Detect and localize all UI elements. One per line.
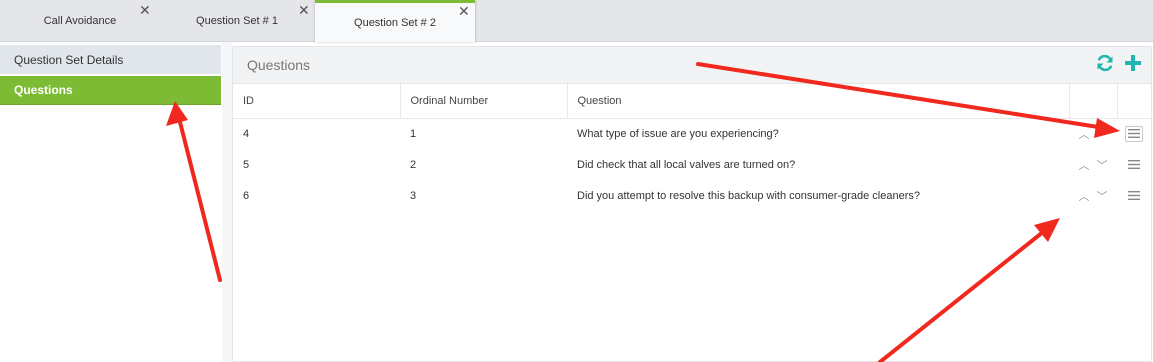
- column-header-id[interactable]: ID: [233, 84, 401, 119]
- panel-header: Questions: [233, 47, 1151, 84]
- content-gutter: [222, 42, 232, 362]
- tab-label: Call Avoidance: [43, 15, 117, 27]
- table-header-row: ID Ordinal Number Question: [233, 84, 1151, 119]
- move-down-icon[interactable]: ﹀: [1093, 188, 1111, 204]
- cell-question: Did check that all local valves are turn…: [577, 158, 796, 171]
- cell-id: 6: [243, 189, 250, 202]
- tab-call-avoidance[interactable]: Call Avoidance ✕: [0, 0, 160, 42]
- cell-question: What type of issue are you experiencing?: [577, 127, 779, 140]
- plus-icon[interactable]: [1123, 53, 1143, 73]
- sidebar-item-label: Question Set Details: [14, 52, 124, 67]
- close-icon[interactable]: ✕: [458, 4, 470, 18]
- sidebar-item-question-set-details[interactable]: Question Set Details: [0, 45, 221, 74]
- questions-panel: Questions ID Ordinal Number Question 4 1…: [232, 46, 1152, 362]
- tab-question-set-2[interactable]: Question Set # 2 ✕: [315, 0, 475, 42]
- move-up-icon[interactable]: ︿: [1075, 188, 1093, 204]
- order-controls: ︿ ﹀: [1069, 149, 1117, 180]
- tab-label: Question Set # 1: [196, 15, 278, 27]
- sidebar: Question Set Details Questions: [0, 45, 221, 107]
- cell-ordinal: 3: [410, 189, 417, 202]
- panel-toolbar: [1095, 53, 1143, 73]
- move-down-icon[interactable]: ﹀: [1093, 157, 1111, 173]
- tab-label: Question Set # 2: [354, 16, 436, 29]
- panel-title: Questions: [247, 57, 311, 73]
- table-row[interactable]: 5 2 Did check that all local valves are …: [233, 149, 1151, 180]
- cell-ordinal: 1: [410, 127, 417, 140]
- row-actions: [1117, 149, 1151, 180]
- table-row[interactable]: 4 1 What type of issue are you experienc…: [233, 118, 1151, 149]
- hamburger-menu-icon[interactable]: [1125, 157, 1143, 173]
- hamburger-menu-icon[interactable]: [1125, 188, 1143, 204]
- hamburger-menu-icon[interactable]: [1125, 125, 1143, 142]
- annotation-arrow-to-questions-nav: [166, 101, 222, 282]
- sidebar-item-questions[interactable]: Questions: [0, 76, 221, 105]
- column-header-order-controls: [1069, 84, 1118, 119]
- questions-table: ID Ordinal Number Question 4 1 What type…: [233, 84, 1151, 211]
- move-up-icon[interactable]: ︿: [1075, 126, 1093, 142]
- table-row[interactable]: 6 3 Did you attempt to resolve this back…: [233, 180, 1151, 211]
- row-actions: [1117, 180, 1151, 211]
- sidebar-item-label: Questions: [14, 83, 73, 97]
- cell-id: 4: [243, 127, 250, 140]
- order-controls: ︿ ﹀: [1069, 180, 1117, 211]
- refresh-icon[interactable]: [1095, 53, 1115, 73]
- close-icon[interactable]: ✕: [139, 3, 151, 17]
- column-header-question[interactable]: Question: [567, 84, 1070, 119]
- move-up-icon[interactable]: ︿: [1075, 157, 1093, 173]
- column-header-actions: [1117, 84, 1151, 119]
- tab-bar: Call Avoidance ✕ Question Set # 1 ✕ Ques…: [0, 0, 1153, 42]
- tab-question-set-1[interactable]: Question Set # 1 ✕: [160, 0, 314, 42]
- cell-id: 5: [243, 158, 250, 171]
- cell-question: Did you attempt to resolve this backup w…: [577, 189, 921, 202]
- order-controls: ︿: [1069, 118, 1117, 149]
- column-header-ordinal[interactable]: Ordinal Number: [400, 84, 568, 119]
- row-actions: [1117, 118, 1151, 149]
- close-icon[interactable]: ✕: [298, 3, 310, 17]
- cell-ordinal: 2: [410, 158, 417, 171]
